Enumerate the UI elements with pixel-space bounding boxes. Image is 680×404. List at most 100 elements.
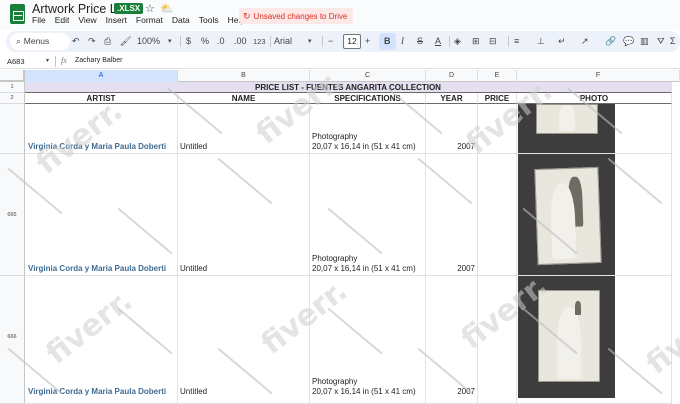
- font-family-select[interactable]: Arial: [274, 34, 292, 49]
- name-cell[interactable]: Untitled: [178, 104, 310, 154]
- sync-icon: ↻: [243, 11, 251, 21]
- specifications-cell[interactable]: Photography 20,07 x 16,14 in (51 x 41 cm…: [310, 104, 426, 154]
- increase-decimal-button[interactable]: .00: [234, 34, 247, 49]
- percent-format-button[interactable]: %: [201, 34, 209, 49]
- column-header-a[interactable]: A: [25, 70, 178, 82]
- number-format-button[interactable]: 123: [253, 34, 266, 49]
- fill-color-icon[interactable]: ◈: [454, 34, 461, 49]
- column-headers: A B C D E F: [0, 70, 680, 82]
- photo-cell[interactable]: [517, 104, 672, 154]
- year-cell[interactable]: 2007: [426, 276, 478, 404]
- menu-tools[interactable]: Tools: [199, 15, 219, 25]
- name-box-caret-icon[interactable]: ▾: [46, 57, 49, 64]
- bride-figure: [557, 307, 581, 379]
- decrease-decimal-button[interactable]: .0: [217, 34, 225, 49]
- name-box[interactable]: A683: [7, 57, 25, 66]
- undo-icon[interactable]: ↶: [72, 34, 80, 49]
- borders-icon[interactable]: ⊞: [472, 34, 480, 49]
- header-price[interactable]: PRICE: [478, 93, 517, 104]
- menu-insert[interactable]: Insert: [106, 15, 127, 25]
- row-header-666[interactable]: 666: [0, 276, 25, 404]
- zoom-select[interactable]: 100%: [137, 34, 160, 49]
- header-photo[interactable]: PHOTO: [517, 93, 672, 104]
- toolbar-divider: [322, 36, 323, 47]
- column-header-b[interactable]: B: [178, 70, 310, 82]
- price-cell[interactable]: [478, 276, 517, 404]
- vertical-align-icon[interactable]: ⊥: [537, 34, 545, 49]
- header-specifications[interactable]: SPECIFICATIONS: [310, 93, 426, 104]
- artist-cell[interactable]: Virginia Corda y Maria Paula Doberti: [25, 276, 178, 404]
- artwork-photo[interactable]: [518, 104, 615, 153]
- menu-data[interactable]: Data: [172, 15, 190, 25]
- photo-cell[interactable]: [517, 276, 672, 404]
- artist-cell[interactable]: Virginia Corda y Maria Paula Doberti: [25, 104, 178, 154]
- italic-button[interactable]: I: [401, 34, 404, 49]
- row-header-665[interactable]: 665: [0, 154, 25, 276]
- row-header-2[interactable]: 2: [0, 93, 25, 104]
- paint-format-icon[interactable]: 🖌: [120, 34, 131, 49]
- decrease-font-size-icon[interactable]: −: [328, 34, 333, 49]
- star-icon[interactable]: ☆: [145, 2, 155, 15]
- text-rotation-icon[interactable]: ↗: [581, 34, 589, 49]
- price-list-title[interactable]: PRICE LIST - FUENTES ANGARITA COLLECTION: [25, 82, 672, 93]
- strikethrough-button[interactable]: S: [417, 34, 423, 49]
- menu-view[interactable]: View: [78, 15, 96, 25]
- text-color-button[interactable]: A: [435, 34, 441, 49]
- column-header-f[interactable]: F: [517, 70, 680, 82]
- spec-size: 20,07 x 16,14 in (51 x 41 cm): [312, 264, 416, 273]
- header-name[interactable]: NAME: [178, 93, 310, 104]
- name-cell[interactable]: Untitled: [178, 154, 310, 276]
- year-cell[interactable]: 2007: [426, 104, 478, 154]
- formula-divider: [55, 56, 56, 67]
- header-year[interactable]: YEAR: [426, 93, 478, 104]
- price-cell[interactable]: [478, 104, 517, 154]
- merge-cells-icon[interactable]: ⊟: [489, 34, 497, 49]
- toolbar-divider: [508, 36, 509, 47]
- specifications-cell[interactable]: Photography 20,07 x 16,14 in (51 x 41 cm…: [310, 154, 426, 276]
- font-size-input[interactable]: 12: [343, 34, 361, 49]
- column-header-d[interactable]: D: [426, 70, 478, 82]
- unsaved-status-text: Unsaved changes to Drive: [253, 12, 348, 21]
- artwork-photo[interactable]: [518, 154, 615, 275]
- specifications-cell[interactable]: Photography 20,07 x 16,14 in (51 x 41 cm…: [310, 276, 426, 404]
- artist-cell[interactable]: Virginia Corda y Maria Paula Doberti: [25, 154, 178, 276]
- header-artist[interactable]: ARTIST: [25, 93, 178, 104]
- search-menus-button[interactable]: ⌕ Menus: [10, 33, 70, 50]
- increase-font-size-icon[interactable]: +: [365, 34, 370, 49]
- filter-icon[interactable]: ⛛: [657, 34, 665, 49]
- row-header-1[interactable]: 1: [0, 82, 25, 93]
- unsaved-changes-status[interactable]: ↻ Unsaved changes to Drive: [239, 8, 354, 24]
- artwork-photo[interactable]: [518, 276, 615, 398]
- year-cell[interactable]: 2007: [426, 154, 478, 276]
- title-bar: Artwork Price List .XLSX ☆ ⛅ File Edit V…: [0, 0, 680, 30]
- menu-edit[interactable]: Edit: [55, 15, 70, 25]
- toolbar-divider: [270, 36, 271, 47]
- bold-button[interactable]: B: [384, 34, 391, 49]
- cloud-status-icon[interactable]: ⛅: [160, 2, 174, 15]
- column-header-c[interactable]: C: [310, 70, 426, 82]
- horizontal-align-icon[interactable]: ≡: [514, 34, 519, 49]
- functions-icon[interactable]: Σ: [670, 34, 676, 49]
- insert-chart-icon[interactable]: ▥: [640, 34, 649, 49]
- redo-icon[interactable]: ↷: [88, 34, 96, 49]
- select-all-corner[interactable]: [0, 70, 25, 82]
- row-header-664[interactable]: [0, 104, 25, 154]
- insert-link-icon[interactable]: 🔗: [605, 34, 616, 49]
- print-icon[interactable]: ⎙: [104, 34, 111, 49]
- sheets-logo-icon[interactable]: [10, 4, 25, 24]
- currency-format-button[interactable]: $: [186, 34, 191, 49]
- menu-file[interactable]: File: [32, 15, 46, 25]
- menu-format[interactable]: Format: [136, 15, 163, 25]
- name-cell[interactable]: Untitled: [178, 276, 310, 404]
- toolbar: ⌕ Menus ↶ ↷ ⎙ 🖌 100% ▾ $ % .0 .00 123 Ari…: [6, 31, 680, 52]
- text-wrap-icon[interactable]: ↵: [558, 34, 566, 49]
- price-cell[interactable]: [478, 154, 517, 276]
- insert-comment-icon[interactable]: 💬: [623, 34, 634, 49]
- column-header-e[interactable]: E: [478, 70, 517, 82]
- font-caret-icon[interactable]: ▾: [308, 34, 312, 49]
- photo-cell[interactable]: [517, 154, 672, 276]
- artist-name: Virginia Corda y Maria Paula Doberti: [28, 387, 167, 396]
- artwork-year: 2007: [457, 142, 475, 151]
- formula-input[interactable]: Zachary Balber: [75, 57, 122, 64]
- zoom-caret-icon[interactable]: ▾: [168, 34, 172, 49]
